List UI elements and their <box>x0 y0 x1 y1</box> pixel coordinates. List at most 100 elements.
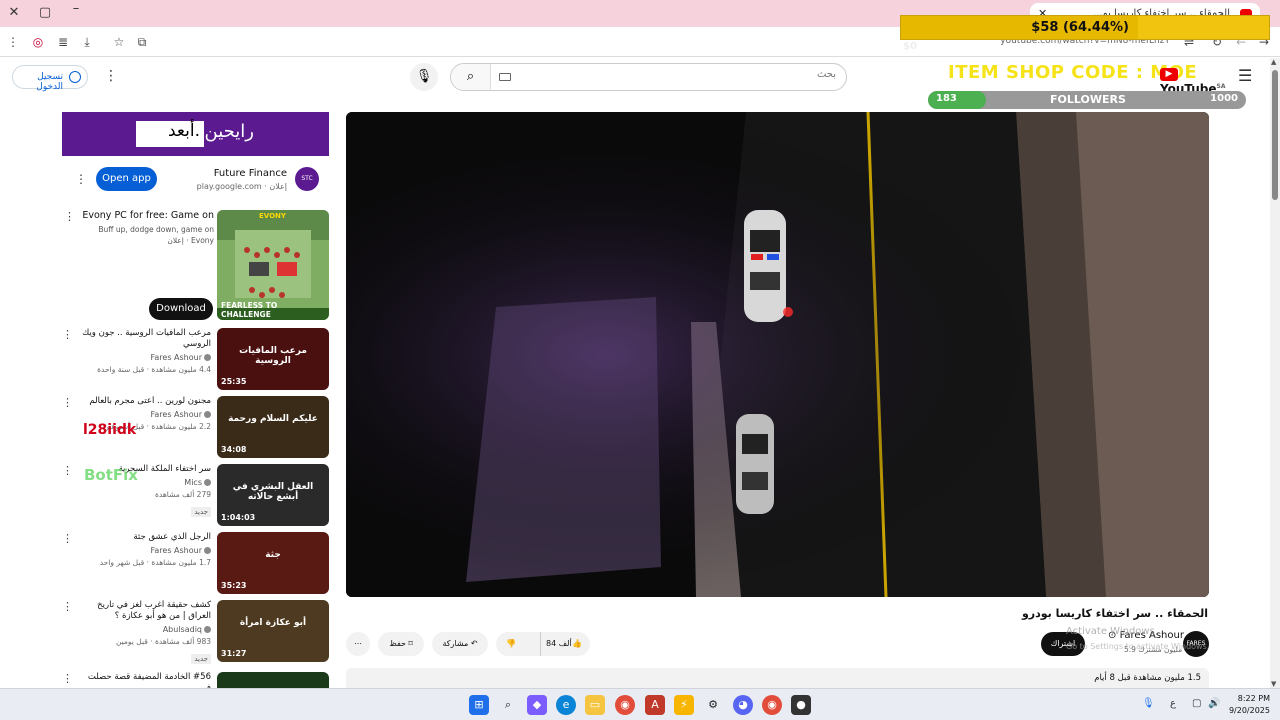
start-icon[interactable]: ⊞ <box>469 695 489 715</box>
file-explorer-icon[interactable]: ▭ <box>585 695 605 715</box>
recommendation-thumbnail[interactable]: أبو عكازة امرأة 31:27 <box>217 600 329 662</box>
share-label: مشاركة <box>442 639 469 648</box>
copilot-icon[interactable]: ◆ <box>527 695 547 715</box>
evony-ad-info[interactable]: Evony PC for free: Game on Buff up, dodg… <box>74 210 214 246</box>
mic-tray-icon[interactable]: 🎙 <box>1142 698 1155 709</box>
recommendation-menu-icon[interactable]: ⋮ <box>62 672 74 685</box>
bookmark-star-icon[interactable]: ☆ <box>110 33 128 51</box>
adobe-icon[interactable]: A <box>645 695 665 715</box>
chrome-icon[interactable]: ◉ <box>615 695 635 715</box>
recommendation-menu-icon[interactable]: ⋮ <box>62 464 74 477</box>
network-icon[interactable]: ▢ <box>1192 698 1201 709</box>
clock-time: 8:22 PM <box>1237 694 1270 703</box>
like-icon[interactable]: 👍 <box>572 632 582 656</box>
download-icon[interactable]: ⤓ <box>78 33 96 51</box>
search-icon[interactable]: ⌕ <box>451 64 491 90</box>
search-bar: ⌕ <box>450 63 847 91</box>
recommendation-info[interactable]: مرعب المافيات الروسية .. جون ويك الروسي F… <box>76 328 211 374</box>
profile-icon[interactable]: ◎ <box>29 33 47 51</box>
donation-goal-min: $0 <box>903 41 917 52</box>
settings-menu-icon[interactable]: ⋮ <box>104 68 118 84</box>
recommendation-thumbnail[interactable]: الشاحنة <box>217 672 329 688</box>
minimize-icon[interactable]: – <box>66 2 86 22</box>
recommendation-thumbnail[interactable]: مرعب المافيات الروسية 25:35 <box>217 328 329 390</box>
close-window-icon[interactable]: ✕ <box>4 4 24 22</box>
obs-icon[interactable]: ● <box>791 695 811 715</box>
scroll-up-icon[interactable]: ▲ <box>1271 58 1276 66</box>
recommendation-item[interactable]: ⋮ جثة 35:23 الرجل الذي عشق جثة Fares Ashour 1… <box>62 532 329 596</box>
donation-goal-bar: $58 (64.44%) <box>900 15 1270 40</box>
menu-dots-icon[interactable]: ⋮ <box>4 33 22 51</box>
recommendation-item[interactable]: ⋮ مرعب المافيات الروسية 25:35 مرعب المافيات… <box>62 328 329 392</box>
search-input[interactable] <box>536 69 836 80</box>
discord-icon[interactable]: ◕ <box>733 695 753 715</box>
download-button[interactable]: Download <box>149 298 213 320</box>
recommendation-info[interactable]: الرجل الذي عشق جثة Fares Ashour 1.7 مليون … <box>76 532 211 567</box>
video-duration: 25:35 <box>221 377 247 386</box>
video-duration: 1:04:03 <box>221 513 256 522</box>
hamburger-menu-icon[interactable]: ☰ <box>1238 66 1252 85</box>
video-duration: 35:23 <box>221 581 247 590</box>
evony-ad-meta: إعلان · Evony <box>167 236 214 245</box>
settings-gear-icon[interactable]: ⚙ <box>703 695 723 715</box>
video-title: الحمقاء .. سر اختفاء كاريسا بودرو <box>1021 607 1208 620</box>
sponsored-ad[interactable]: أبعد. رايحين ⋮ Open app Future Finance إ… <box>62 112 329 206</box>
bookmark-icon: ⌑ <box>408 639 413 648</box>
recommendation-meta: 1.7 مليون مشاهدة · قبل شهر واحد <box>99 558 211 567</box>
system-clock[interactable]: 8:22 PM 9/20/2025 <box>1229 693 1270 717</box>
thumbnail-text: عليكم السلام ورحمة <box>228 414 318 424</box>
more-actions-icon[interactable]: ⋯ <box>346 632 370 656</box>
recommendation-menu-icon[interactable]: ⋮ <box>62 396 74 409</box>
thumbnail-text: مرعب المافيات الروسية <box>239 346 307 366</box>
recommendation-menu-icon[interactable]: ⋮ <box>62 328 74 341</box>
maximize-icon[interactable]: ▢ <box>35 4 55 22</box>
youtube-logo[interactable]: ▶YouTubeSA <box>1160 68 1225 96</box>
recommendation-thumbnail[interactable]: العقل البشري في أبشع حالاته 1:04:03 <box>217 464 329 526</box>
scroll-down-icon[interactable]: ▼ <box>1271 680 1276 688</box>
like-count: 84 ألف <box>546 639 572 648</box>
evony-brand-text: EVONY <box>259 212 286 220</box>
reading-list-icon[interactable]: ≣ <box>54 33 72 51</box>
share-icon: ↶ <box>470 639 478 648</box>
keyboard-icon[interactable] <box>499 73 511 81</box>
recommendation-item[interactable]: ⋮ الشاحنة #56 الخادمة المضيفة قصة حصلت في <box>62 672 329 688</box>
recommendation-thumbnail[interactable]: جثة 35:23 <box>217 532 329 594</box>
recommendation-title: الرجل الذي عشق جثة <box>133 532 211 542</box>
video-player[interactable] <box>346 112 1209 597</box>
description-box[interactable]: 1.5 مليون مشاهدة قبل 8 أيام <box>346 668 1209 688</box>
dislike-icon[interactable]: 👎 <box>506 632 516 656</box>
followers-label: FOLLOWERS <box>1050 93 1126 106</box>
video-duration: 31:27 <box>221 649 247 658</box>
open-app-button[interactable]: Open app <box>96 167 157 191</box>
recommendation-menu-icon[interactable]: ⋮ <box>62 532 74 545</box>
voice-search-icon[interactable]: 🎙 <box>410 63 438 91</box>
language-indicator[interactable]: ع <box>1170 698 1176 709</box>
sign-in-button[interactable]: تسجيل الدخول <box>12 65 88 92</box>
save-button[interactable]: حفظ ⌑ <box>378 632 424 656</box>
evony-ad-thumbnail[interactable]: EVONY FEARLESS TO CHALLENGE <box>217 210 329 320</box>
edge-icon[interactable]: e <box>556 695 576 715</box>
youtube-play-icon: ▶ <box>1160 68 1178 81</box>
recommendation-thumbnail[interactable]: عليكم السلام ورحمة 34:08 <box>217 396 329 458</box>
recommendation-info[interactable]: #56 الخادمة المضيفة قصة حصلت في <box>76 672 211 688</box>
recommendation-menu-icon[interactable]: ⋮ <box>62 600 74 613</box>
scrollbar-thumb[interactable] <box>1272 70 1278 200</box>
advertiser-logo: STC Bank <box>295 167 319 206</box>
app-icon[interactable]: ⚡ <box>674 695 694 715</box>
recommendation-title: مرعب المافيات الروسية .. جون ويك الروسي <box>82 328 211 349</box>
share-button[interactable]: مشاركة ↶ <box>432 632 488 656</box>
recommendation-item[interactable]: ⋮ أبو عكازة امرأة 31:27 كشف حقيقة أغرب لغز … <box>62 600 329 664</box>
taskbar-search-icon[interactable]: ⌕ <box>498 695 518 715</box>
share-page-icon[interactable]: ⧉ <box>133 33 151 51</box>
advertiser-meta: إعلان · play.google.com <box>196 182 287 191</box>
recommendation-info[interactable]: كشف حقيقة أغرب لغز في تاريخ العراق | من … <box>76 600 211 664</box>
thumbnail-text: أبو عكازة امرأة <box>239 618 307 628</box>
ad-banner[interactable]: أبعد. رايحين <box>62 112 329 156</box>
chrome-profile-icon[interactable]: ◉ <box>762 695 782 715</box>
ad-menu-icon[interactable]: ⋮ <box>75 172 87 186</box>
volume-icon[interactable]: 🔊 <box>1208 698 1220 709</box>
verified-icon <box>204 354 211 361</box>
page-scrollbar[interactable]: ▲ ▼ <box>1270 58 1280 688</box>
overlay-text-red: l28iidk <box>83 422 137 438</box>
recommendation-meta: 279 ألف مشاهدة <box>154 490 211 499</box>
